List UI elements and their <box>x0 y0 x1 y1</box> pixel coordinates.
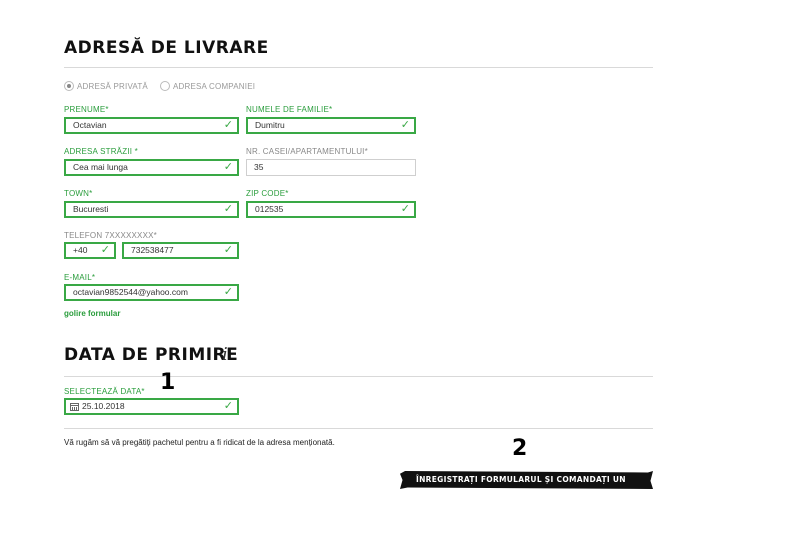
valid-check-icon: ✓ <box>223 400 233 412</box>
divider <box>64 67 653 68</box>
first-name-field[interactable]: Octavian ✓ <box>64 117 239 134</box>
street-field[interactable]: Cea mai lunga ✓ <box>64 159 239 176</box>
email-field[interactable]: octavian9852544@yahoo.com ✓ <box>64 284 239 301</box>
valid-check-icon: ✓ <box>223 119 233 131</box>
date-picker-field[interactable]: 25.10.2018 ✓ <box>64 398 239 415</box>
calendar-icon[interactable] <box>70 403 79 411</box>
street-label: ADRESA STRĂZII * <box>64 147 138 156</box>
valid-check-icon: ✓ <box>223 203 233 215</box>
last-name-value: Dumitru <box>255 120 285 130</box>
info-icon[interactable]: i <box>222 344 228 365</box>
email-label: E-MAIL* <box>64 273 96 282</box>
town-value: Bucuresti <box>73 204 109 214</box>
clear-form-link[interactable]: golire formular <box>64 309 120 318</box>
house-number-label: NR. CASEI/APARTAMENTULUI* <box>246 147 368 156</box>
phone-prefix-value: +40 <box>73 245 88 255</box>
last-name-field[interactable]: Dumitru ✓ <box>246 117 416 134</box>
zip-code-field[interactable]: 012535 ✓ <box>246 201 416 218</box>
company-address-radio[interactable] <box>159 81 170 91</box>
date-value: 25.10.2018 <box>82 401 125 411</box>
company-address-label[interactable]: ADRESA COMPANIEI <box>173 82 255 91</box>
phone-number-value: 732538477 <box>131 245 174 255</box>
town-label: TOWN* <box>64 189 93 198</box>
phone-label: TELEFON 7XXXXXXXX* <box>64 231 157 240</box>
zip-code-label: ZIP CODE* <box>246 189 289 198</box>
valid-check-icon: ✓ <box>223 161 233 173</box>
zip-code-value: 012535 <box>255 204 284 214</box>
private-address-label[interactable]: ADRESĂ PRIVATĂ <box>77 82 148 91</box>
divider <box>64 376 653 377</box>
valid-check-icon: ✓ <box>400 119 410 131</box>
house-number-value: 35 <box>254 162 264 172</box>
pickup-notice: Vă rugăm să vă pregătiți pachetul pentru… <box>64 438 335 447</box>
last-name-label: NUMELE DE FAMILIE* <box>246 105 333 114</box>
first-name-value: Octavian <box>73 120 107 130</box>
private-address-radio[interactable] <box>64 81 74 91</box>
delivery-date-title: DATA DE PRIMIRE <box>64 345 239 365</box>
street-value: Cea mai lunga <box>73 162 128 172</box>
valid-check-icon: ✓ <box>100 244 110 256</box>
phone-number-field[interactable]: 732538477 ✓ <box>122 242 239 259</box>
first-name-label: PRENUME* <box>64 105 109 114</box>
valid-check-icon: ✓ <box>223 244 233 256</box>
annotation-marker-2: 2 <box>512 436 528 461</box>
phone-prefix-field[interactable]: +40 ✓ <box>64 242 116 259</box>
date-label: SELECTEAZĂ DATA* <box>64 387 145 396</box>
email-value: octavian9852544@yahoo.com <box>73 287 188 297</box>
shipping-title: ADRESĂ DE LIVRARE <box>64 38 269 58</box>
address-type-group: ADRESĂ PRIVATĂ ADRESA COMPANIEI <box>64 81 267 91</box>
valid-check-icon: ✓ <box>400 203 410 215</box>
house-number-field[interactable]: 35 <box>246 159 416 176</box>
town-field[interactable]: Bucuresti ✓ <box>64 201 239 218</box>
divider <box>64 428 653 429</box>
register-and-order-courier-button[interactable]: ÎNREGISTRAȚI FORMULARUL ȘI COMANDAȚI UN … <box>400 471 653 489</box>
annotation-marker-1: 1 <box>160 370 176 395</box>
valid-check-icon: ✓ <box>223 286 233 298</box>
